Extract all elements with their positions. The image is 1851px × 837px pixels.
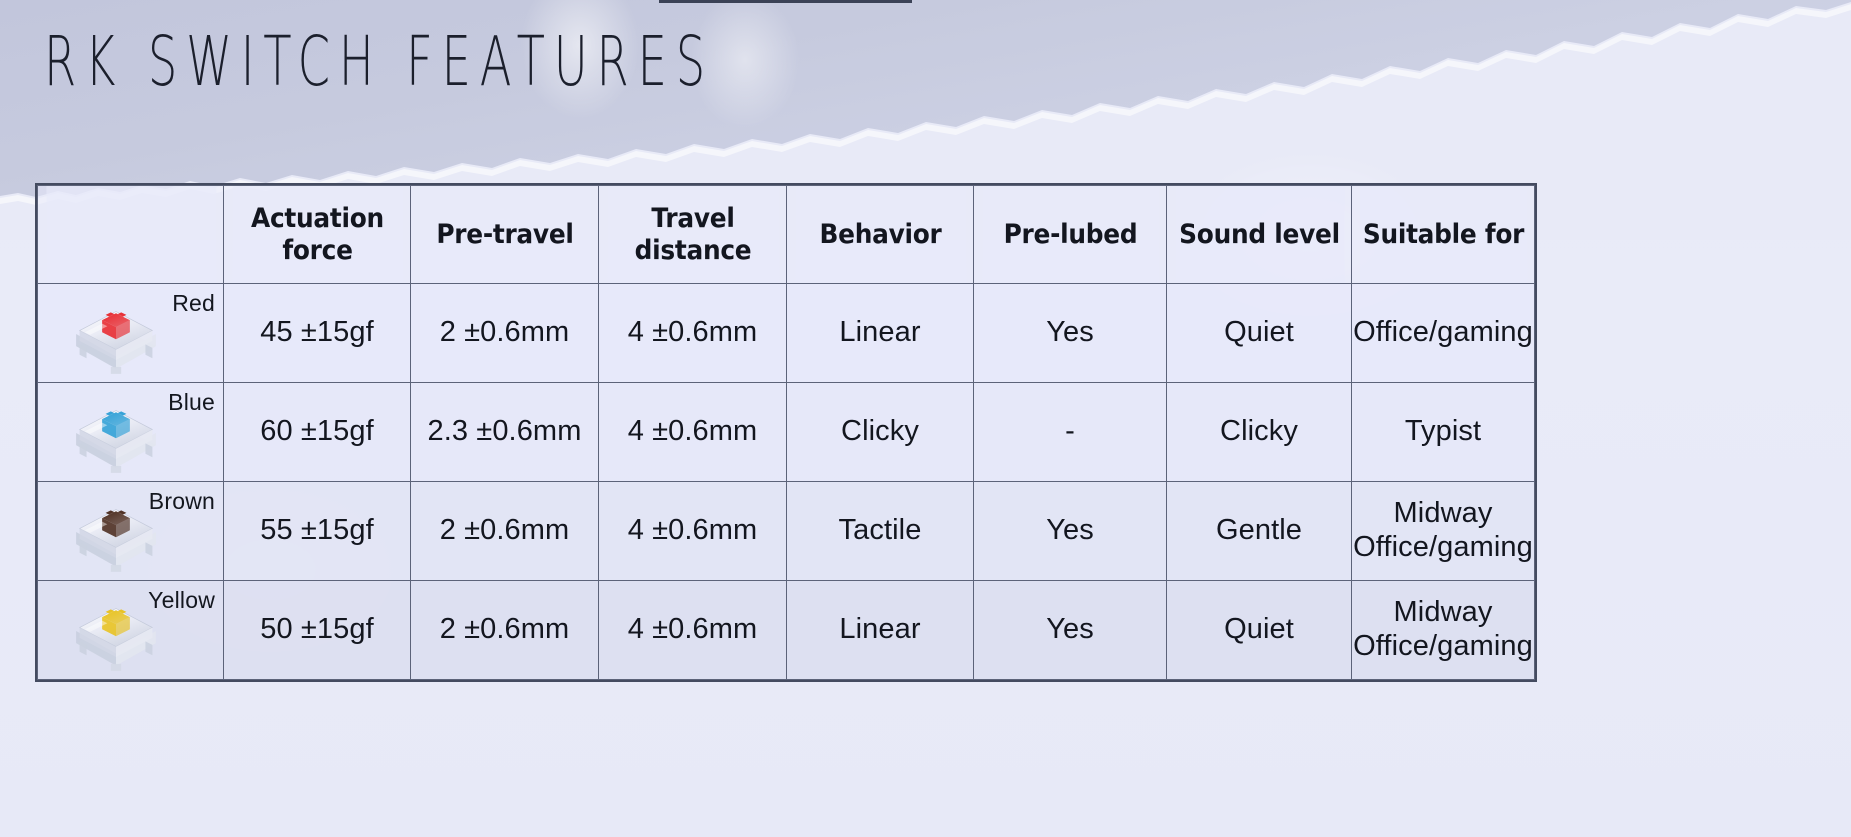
suitable-for-line1: Midway: [1393, 596, 1493, 629]
cell-sound-level: Clicky: [1166, 382, 1352, 482]
header-actuation-force-line1: Actuation: [250, 202, 384, 234]
switch-graphic-wrap: Red: [38, 284, 223, 382]
cell-pre-lubed: -: [973, 382, 1167, 482]
switch-cell: Red: [37, 283, 224, 383]
header-actuation-force: Actuation force: [230, 185, 404, 284]
top-divider-rule: [659, 0, 912, 3]
cell-actuation-force: 60 ±15gf: [223, 382, 411, 482]
suitable-for-line1: Midway: [1393, 497, 1493, 530]
cell-pre-travel: 2 ±0.6mm: [410, 580, 599, 680]
switch-name-label: Yellow: [148, 587, 215, 613]
cell-suitable-for: Typist: [1351, 382, 1535, 482]
cell-sound-level: Quiet: [1166, 283, 1352, 383]
cell-suitable-for: Midway Office/gaming: [1351, 580, 1535, 680]
cell-travel-distance: 4 ±0.6mm: [598, 580, 787, 680]
slide-canvas: RK SWITCH FEATURES Actuation force Pre-t…: [0, 0, 1851, 837]
header-actuation-force-line2: force: [281, 234, 353, 266]
header-travel-distance-line1: Travel: [650, 202, 735, 234]
cell-pre-lubed: Yes: [973, 580, 1167, 680]
cell-behavior: Clicky: [786, 382, 974, 482]
switch-cell: Yellow: [37, 580, 224, 680]
cell-pre-lubed: Yes: [973, 481, 1167, 581]
switch-graphic-wrap: Yellow: [38, 581, 223, 679]
switch-graphic-wrap: Blue: [38, 383, 223, 481]
cell-pre-travel: 2.3 ±0.6mm: [410, 382, 599, 482]
cell-suitable-for: Midway Office/gaming: [1351, 481, 1535, 581]
cell-actuation-force: 45 ±15gf: [223, 283, 411, 383]
cell-behavior: Linear: [786, 580, 974, 680]
switch-name-label: Blue: [168, 389, 215, 415]
switch-image-red: [76, 311, 156, 374]
header-pre-lubed: Pre-lubed: [980, 185, 1160, 284]
cell-actuation-force: 55 ±15gf: [223, 481, 411, 581]
header-pre-travel: Pre-travel: [417, 185, 592, 284]
suitable-for-line1: Office/gaming: [1353, 316, 1533, 349]
cell-sound-level: Gentle: [1166, 481, 1352, 581]
suitable-for-line1: Typist: [1404, 415, 1482, 448]
table-row: Red 45 ±15gf 2 ±0.6mm 4 ±0.6mm Linear Ye…: [37, 283, 1535, 383]
suitable-for-line2: Office/gaming: [1353, 630, 1533, 662]
switch-graphic-wrap: Brown: [38, 482, 223, 580]
table-header-row: Actuation force Pre-travel Travel distan…: [38, 185, 1535, 284]
page-title: RK SWITCH FEATURES: [44, 21, 714, 102]
cell-sound-level: Quiet: [1166, 580, 1352, 680]
cell-pre-travel: 2 ±0.6mm: [410, 481, 599, 581]
header-behavior: Behavior: [793, 185, 967, 284]
switch-name-label: Brown: [148, 488, 215, 514]
cell-behavior: Linear: [786, 283, 974, 383]
header-suitable-for: Suitable for: [1358, 185, 1528, 284]
cell-suitable-for: Office/gaming: [1351, 283, 1535, 383]
table-row: Blue 60 ±15gf 2.3 ±0.6mm 4 ±0.6mm Clicky…: [37, 382, 1535, 482]
header-switch: [44, 185, 217, 284]
table-row: Yellow 50 ±15gf 2 ±0.6mm 4 ±0.6mm Linear…: [37, 580, 1535, 680]
switch-cell: Blue: [37, 382, 224, 482]
header-travel-distance-line2: distance: [634, 234, 751, 266]
cell-actuation-force: 50 ±15gf: [223, 580, 411, 680]
table-row: Brown 55 ±15gf 2 ±0.6mm 4 ±0.6mm Tactile…: [37, 481, 1535, 581]
switch-name-label: Red: [172, 290, 215, 316]
header-travel-distance: Travel distance: [605, 185, 780, 284]
suitable-for-line2: Office/gaming: [1353, 531, 1533, 563]
switch-image-blue: [76, 410, 156, 473]
header-sound-level: Sound level: [1173, 185, 1345, 284]
cell-pre-lubed: Yes: [973, 283, 1167, 383]
switch-cell: Brown: [37, 481, 224, 581]
cell-travel-distance: 4 ±0.6mm: [598, 382, 787, 482]
switch-features-table: Actuation force Pre-travel Travel distan…: [35, 183, 1537, 682]
cell-travel-distance: 4 ±0.6mm: [598, 283, 787, 383]
cell-behavior: Tactile: [786, 481, 974, 581]
cell-travel-distance: 4 ±0.6mm: [598, 481, 787, 581]
cell-pre-travel: 2 ±0.6mm: [410, 283, 599, 383]
